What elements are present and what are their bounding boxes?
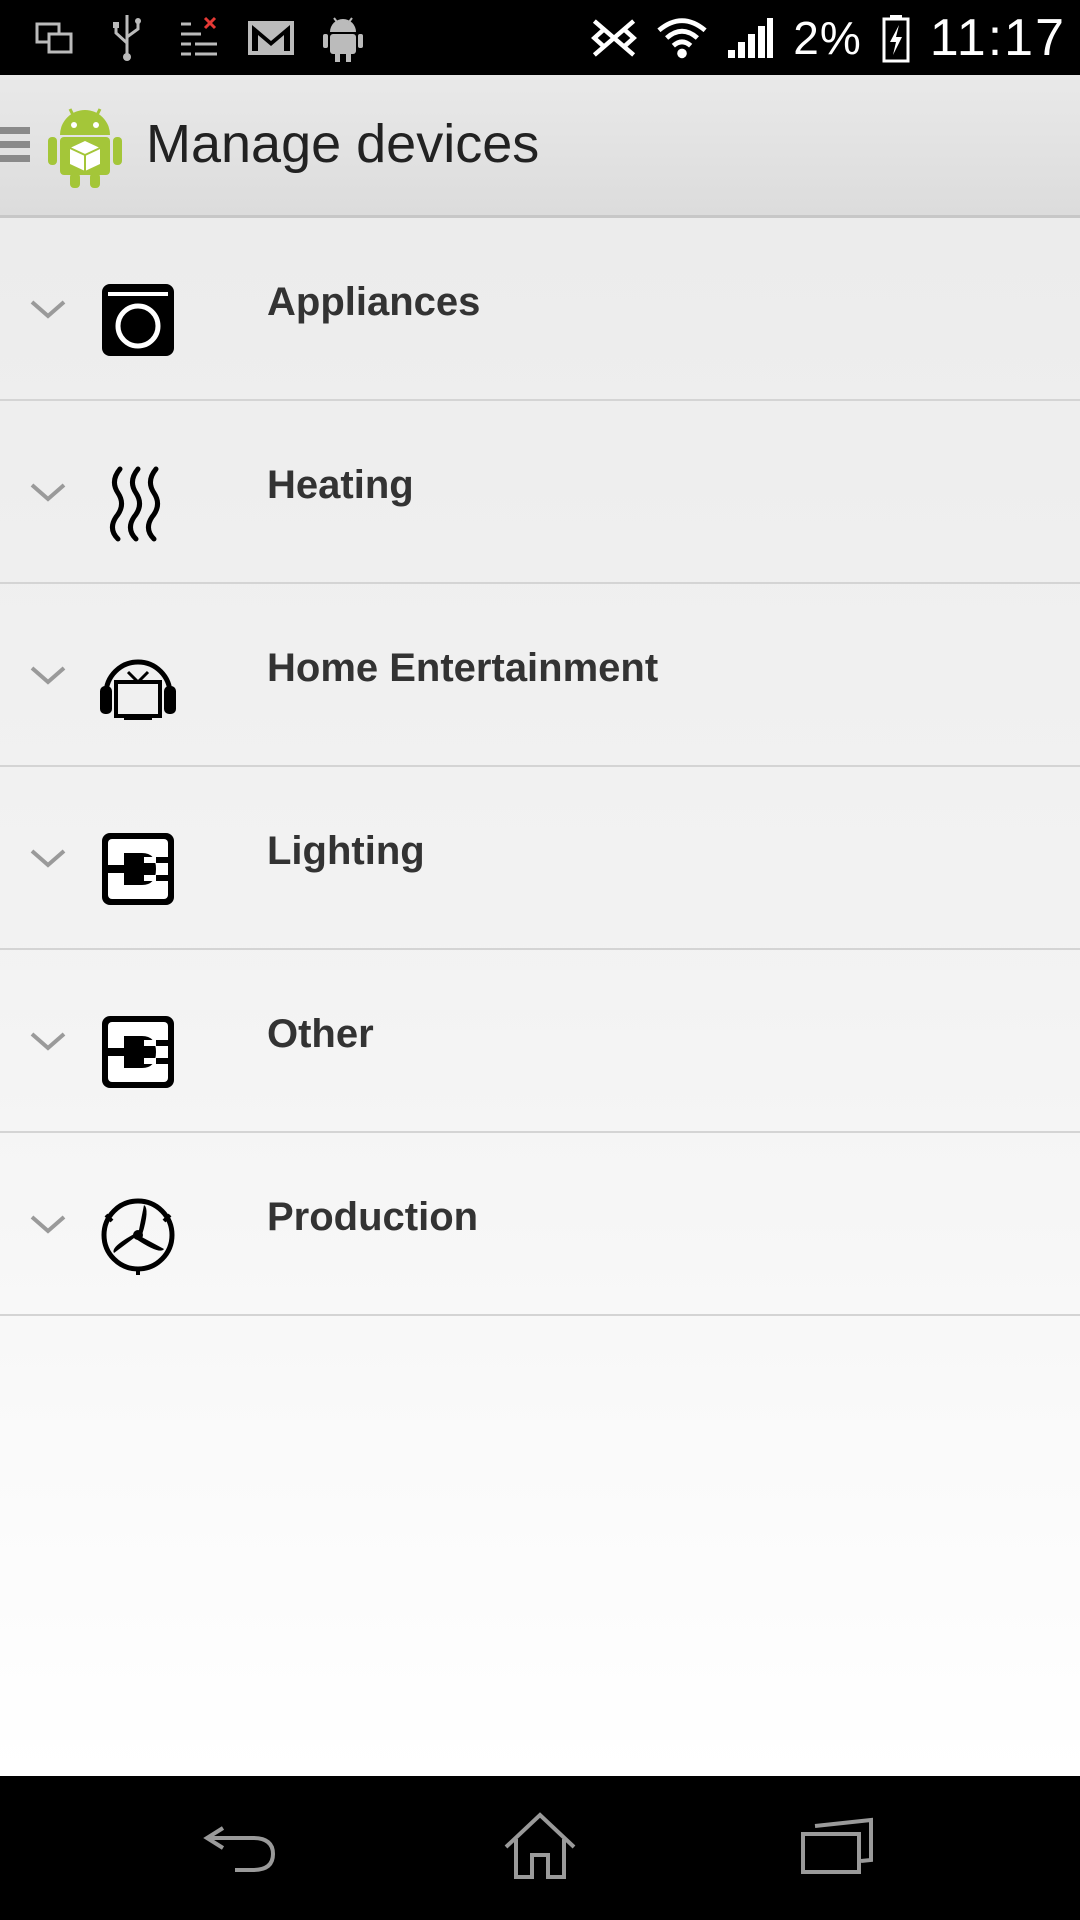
android-app-icon[interactable] <box>46 103 124 189</box>
list-item-label: Lighting <box>267 829 425 873</box>
wind-turbine-icon <box>101 1198 175 1275</box>
list-item-other[interactable]: Other <box>0 950 1080 1133</box>
list-item-label: Production <box>267 1195 479 1239</box>
list-item-label: Other <box>267 1012 374 1056</box>
usb-icon <box>102 13 152 63</box>
chevron-down-icon <box>30 1032 66 1051</box>
system-icons: 2% 11:17 <box>589 8 1066 68</box>
device-category-list: Appliances Heating Home Entertainment Li… <box>0 218 1080 1776</box>
signal-icon <box>725 13 775 63</box>
navigation-bar <box>0 1776 1080 1920</box>
clock: 11:17 <box>929 9 1066 67</box>
list-item-appliances[interactable]: Appliances <box>0 218 1080 401</box>
home-icon[interactable] <box>495 1806 585 1886</box>
list-item-lighting[interactable]: Lighting <box>0 767 1080 950</box>
recent-apps-icon[interactable] <box>794 1806 884 1886</box>
sim-error-icon <box>174 13 224 63</box>
gmail-icon <box>246 13 296 63</box>
list-item-label: Heating <box>267 463 414 507</box>
plug-icon <box>102 833 174 905</box>
chevron-down-icon <box>30 849 66 868</box>
page-title: Manage devices <box>146 114 540 174</box>
heat-waves-icon <box>110 466 160 542</box>
list-item-heating[interactable]: Heating <box>0 401 1080 584</box>
list-item-label: Home Entertainment <box>267 646 659 690</box>
vibrate-off-icon <box>589 13 639 63</box>
action-bar: Manage devices <box>0 75 1080 218</box>
chevron-down-icon <box>30 1215 66 1234</box>
battery-percent: 2% <box>793 12 862 64</box>
washing-machine-icon <box>102 284 174 356</box>
chevron-down-icon <box>30 300 66 319</box>
status-bar: 2% 11:17 <box>0 0 1080 75</box>
screen-mirror-icon <box>30 13 80 63</box>
chevron-down-icon <box>30 666 66 685</box>
android-debug-icon <box>318 13 368 63</box>
tv-icon <box>100 659 176 720</box>
chevron-down-icon <box>30 483 66 502</box>
plug-icon <box>102 1016 174 1088</box>
battery-charging-icon <box>880 13 912 63</box>
list-item-production[interactable]: Production <box>0 1133 1080 1316</box>
notification-icons <box>30 10 368 66</box>
back-icon[interactable] <box>196 1806 286 1886</box>
wifi-icon <box>657 13 707 63</box>
drawer-menu-icon[interactable] <box>0 127 30 167</box>
list-item-home-entertainment[interactable]: Home Entertainment <box>0 584 1080 767</box>
list-item-label: Appliances <box>267 280 481 324</box>
